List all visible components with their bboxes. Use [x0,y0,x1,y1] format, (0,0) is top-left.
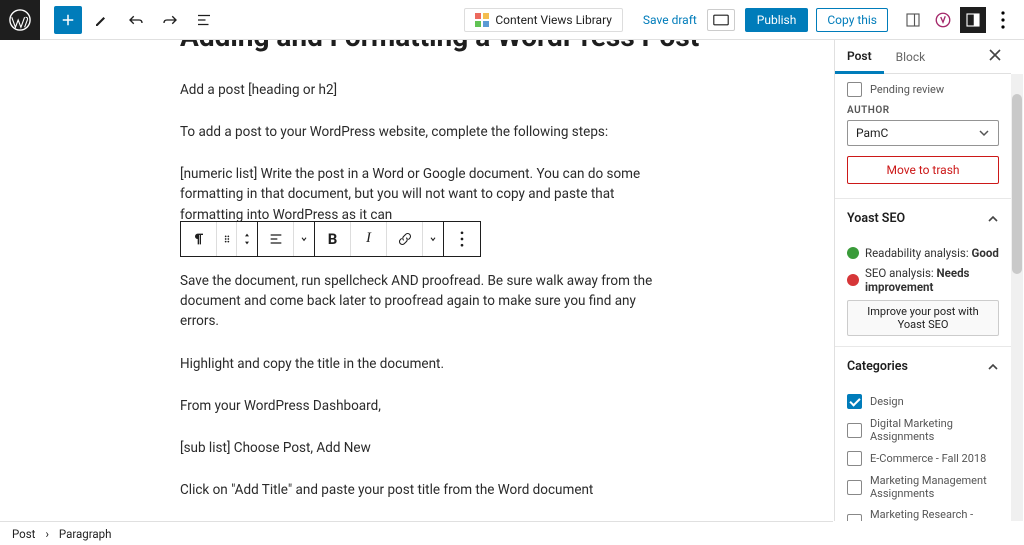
category-checkbox[interactable] [847,423,862,438]
paragraph[interactable]: [numeric list] Write the post in a Word … [180,164,660,225]
breadcrumb-separator: › [45,527,48,541]
undo-icon[interactable] [122,6,150,34]
breadcrumb: Post › Paragraph [0,521,833,545]
paragraph[interactable]: Save the document, run spellcheck AND pr… [180,271,660,332]
add-block-button[interactable] [54,6,82,34]
pending-review-label: Pending review [870,83,944,96]
tab-post[interactable]: Post [835,41,884,74]
redo-icon[interactable] [156,6,184,34]
readability-status-icon [847,247,859,259]
wordpress-logo[interactable] [0,0,40,40]
paragraph[interactable]: [sub list] Choose Post, Add New [180,438,660,458]
publish-button[interactable]: Publish [745,8,809,32]
align-icon[interactable] [258,222,294,256]
save-draft-link[interactable]: Save draft [633,13,707,27]
yoast-icon[interactable] [930,7,956,33]
categories-title: Categories [847,359,908,374]
scrollbar[interactable] [1011,74,1023,521]
yoast-panel-header[interactable]: Yoast SEO [835,198,1011,238]
tab-block[interactable]: Block [884,40,938,73]
settings-icon[interactable] [900,7,926,33]
category-checkbox[interactable] [847,394,862,409]
italic-button[interactable]: I [351,222,387,256]
paragraph[interactable]: Highlight and copy the title in the docu… [180,354,660,374]
content-views-button[interactable]: Content Views Library [464,8,623,32]
details-icon[interactable] [190,6,218,34]
categories-panel-header[interactable]: Categories [835,346,1011,386]
paragraph-block-icon[interactable] [181,222,217,256]
category-checkbox[interactable] [847,451,862,466]
author-select[interactable]: PamC [847,120,999,146]
preview-button[interactable] [707,9,735,31]
yoast-panel-title: Yoast SEO [847,211,905,226]
block-toolbar: B I [180,221,480,257]
breadcrumb-item[interactable]: Paragraph [59,527,112,541]
category-label: E-Commerce - Fall 2018 [870,452,986,465]
paragraph[interactable]: Click on "Add Title" and paste your post… [180,480,660,500]
category-label: Marketing Research - Summer 2018 [870,508,999,521]
copy-this-button[interactable]: Copy this [816,8,888,32]
category-checkbox[interactable] [847,480,862,495]
move-arrows-icon[interactable] [237,222,257,256]
category-label: Design [870,395,904,408]
post-title[interactable]: Adding and Formatting a WordPress Post [180,40,834,54]
seo-analysis-label: SEO analysis: Needs improvement [865,266,999,294]
settings-sidebar: Post Block Pending review AUTHOR PamC Mo… [834,40,1024,521]
chevron-down-icon[interactable] [294,222,314,256]
paragraph[interactable]: From your WordPress Dashboard, [180,396,660,416]
more-menu-icon[interactable] [990,7,1016,33]
grid-icon [475,13,489,27]
paragraph[interactable]: To add a post to your WordPress website,… [180,122,660,142]
top-toolbar: Content Views Library Save draft Publish… [0,0,1024,40]
more-options-icon[interactable] [444,222,480,256]
category-label: Marketing Management Assignments [870,474,999,500]
modes-icon[interactable] [88,6,116,34]
editor-canvas[interactable]: Adding and Formatting a WordPress Post A… [0,40,834,521]
sidebar-toggle-icon[interactable] [960,7,986,33]
move-to-trash-button[interactable]: Move to trash [847,156,999,184]
author-label: AUTHOR [847,105,999,116]
close-sidebar-icon[interactable] [979,49,1011,64]
paragraph[interactable]: Add a post [heading or h2] [180,80,660,100]
chevron-down-icon[interactable] [423,222,443,256]
pending-review-checkbox[interactable] [847,82,862,97]
breadcrumb-item[interactable]: Post [12,527,35,541]
category-checkbox[interactable] [847,514,862,522]
author-value: PamC [856,126,888,140]
bold-button[interactable]: B [315,222,351,256]
content-views-label: Content Views Library [495,13,612,27]
improve-seo-button[interactable]: Improve your post with Yoast SEO [847,300,999,336]
readability-label: Readability analysis: Good [865,246,999,260]
link-icon[interactable] [387,222,423,256]
seo-status-icon [847,274,859,286]
category-label: Digital Marketing Assignments [870,417,999,443]
drag-handle-icon[interactable] [217,222,237,256]
